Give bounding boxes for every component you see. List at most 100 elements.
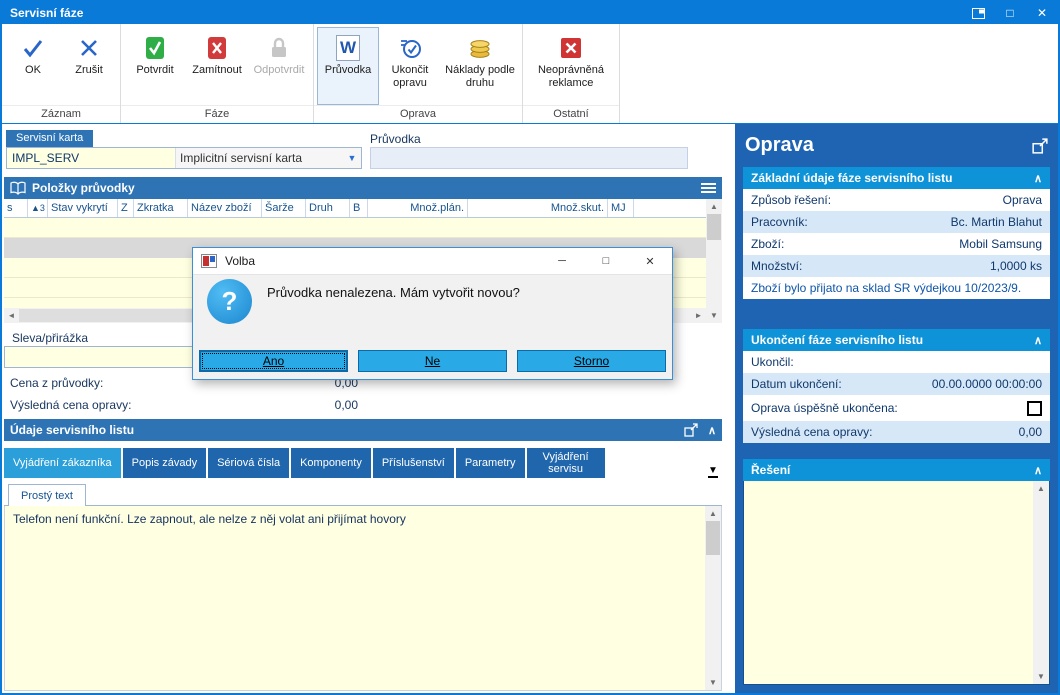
tab-komponenty[interactable]: Komponenty [291,448,371,478]
tab-vyjadreni-servisu[interactable]: Vyjádření servisu [526,448,605,478]
dialog-buttons: Ano Ne Storno [199,350,666,372]
dock-window-button[interactable] [962,2,994,24]
naklady-button-label: Náklady podle druhu [445,64,515,89]
vysledna-cena-value: 0,00 [334,398,358,412]
reseni-title: Řešení [751,463,791,477]
potvrdit-button[interactable]: Potvrdit [124,27,186,105]
neopravnena-reklamace-button-label: Neoprávněná reklamce [537,64,605,89]
scroll-up-icon[interactable]: ▲ [705,506,721,521]
combo-dropdown-icon[interactable]: ▼ [343,148,361,168]
tab-vyjadreni-zakaznika[interactable]: Vyjádření zákazníka [4,448,121,478]
dialog-maximize-button[interactable]: □ [584,248,628,275]
close-button[interactable]: ✕ [1026,2,1058,24]
field-label: Výsledná cena opravy: [751,425,873,439]
ukoncit-opravu-button[interactable]: Ukončit opravu [379,27,441,105]
group-label-faze: Fáze [121,105,313,123]
ok-check-icon [21,32,45,64]
scroll-down-icon[interactable]: ▼ [1033,669,1049,684]
column-header-druh[interactable]: Druh [306,199,350,217]
column-header-mnoz-skut[interactable]: Množ.skut. [468,199,608,217]
tab-seriova-cisla[interactable]: Sériová čísla [208,448,290,478]
table-header: s ▲3 Stav vykrytí Z Zkratka Název zboží … [4,199,706,218]
scroll-right-icon[interactable]: ► [691,308,706,323]
vyjadreni-zakaznika-textarea[interactable]: Telefon není funkční. Lze zapnout, ale n… [5,506,705,690]
column-header-s[interactable]: s [4,199,28,217]
textarea-vertical-scrollbar[interactable]: ▲ ▼ [705,506,721,690]
zrusit-button-label: Zrušit [75,64,103,76]
reseni-section-header[interactable]: Řešení ∧ [743,459,1050,481]
scroll-up-icon[interactable]: ▲ [1033,481,1049,496]
field-row-datum-ukonceni: Datum ukončení: 00.00.0000 00:00:00 [743,373,1050,395]
hamburger-menu-icon[interactable] [701,183,716,193]
dialog-close-button[interactable]: ✕ [628,248,672,275]
field-row-vysledna-cena: Výsledná cena opravy: 0,00 [743,421,1050,443]
subtab-prosty-text[interactable]: Prostý text [8,484,86,507]
servisni-faze-window: Servisní fáze □ ✕ OK Zrušit Záznam Potvr… [0,0,1060,695]
cancel-x-icon [78,32,100,64]
table-vertical-scrollbar[interactable]: ▲ ▼ [706,199,722,323]
udaje-title: Údaje servisního listu [10,423,135,437]
field-label: Datum ukončení: [751,377,842,391]
column-header-stav-vykryti[interactable]: Stav vykrytí [48,199,118,217]
reseni-textarea[interactable] [744,481,1033,684]
column-header-z[interactable]: Z [118,199,134,217]
column-header-b[interactable]: B [350,199,368,217]
scroll-down-icon[interactable]: ▼ [706,308,722,323]
servisni-karta-combo[interactable]: Implicitní servisní karta ▼ [6,147,362,169]
collapse-chevron-icon[interactable]: ∧ [1034,334,1042,347]
storno-button[interactable]: Storno [517,350,666,372]
zrusit-button[interactable]: Zrušit [61,27,117,105]
column-header-sarze[interactable]: Šarže [262,199,306,217]
group-zaznam: OK Zrušit Záznam [2,24,121,123]
vysledna-cena-row: Výsledná cena opravy: 0,00 [4,398,360,412]
collapse-chevron-icon[interactable]: ∧ [1034,464,1042,477]
ok-button[interactable]: OK [5,27,61,105]
reseni-vertical-scrollbar[interactable]: ▲ ▼ [1033,481,1049,684]
open-in-window-icon[interactable] [684,423,698,437]
zamitnout-button[interactable]: Zamítnout [186,27,248,105]
column-header-sort[interactable]: ▲3 [28,199,48,217]
zakladni-udaje-section-header[interactable]: Základní údaje fáze servisního listu ∧ [743,167,1050,189]
more-tabs-dropdown-icon: ▼ [708,465,718,478]
column-header-mj[interactable]: MJ [608,199,634,217]
field-row-ukoncil: Ukončil: [743,351,1050,373]
tab-parametry[interactable]: Parametry [455,448,525,478]
dialog-message: Průvodka nenalezena. Mám vytvořit novou? [267,285,520,300]
scroll-up-icon[interactable]: ▲ [706,199,722,214]
scroll-thumb[interactable] [707,214,721,240]
ukonceni-section-header[interactable]: Ukončení fáze servisního listu ∧ [743,329,1050,351]
scroll-down-icon[interactable]: ▼ [705,675,721,690]
dialog-title: Volba [225,254,256,268]
oprava-ukoncena-checkbox[interactable] [1027,400,1042,416]
group-faze: Potvrdit Zamítnout Odpotvrdit Fáze [121,24,314,123]
window-title: Servisní fáze [10,6,84,20]
naklady-button[interactable]: Náklady podle druhu [441,27,519,105]
ne-button[interactable]: Ne [358,350,507,372]
ukoncit-opravu-button-label: Ukončit opravu [391,64,429,89]
pruvodka-label: Průvodka [370,132,421,146]
maximize-button[interactable]: □ [994,2,1026,24]
column-header-mnoz-plan[interactable]: Množ.plán. [368,199,468,217]
pruvodka-input [370,147,688,169]
scroll-track[interactable] [706,214,722,308]
scroll-track[interactable] [705,521,721,675]
collapse-chevron-icon[interactable]: ∧ [708,424,716,437]
tab-prislusenstvi[interactable]: Příslušenství [372,448,454,478]
finish-check-circle-icon [398,32,422,64]
column-header-zkratka[interactable]: Zkratka [134,199,188,217]
scroll-track[interactable] [1033,496,1049,669]
dialog-minimize-button[interactable]: ─ [540,248,584,275]
scroll-thumb[interactable] [706,521,720,555]
potvrdit-button-label: Potvrdit [136,64,174,76]
more-tabs-button[interactable]: ▼ [704,448,722,478]
tab-popis-zavady[interactable]: Popis závady [122,448,207,478]
open-in-window-icon[interactable] [1032,137,1048,154]
servisni-karta-code-input[interactable] [7,148,175,168]
scroll-left-icon[interactable]: ◄ [4,308,19,323]
pruvodka-button[interactable]: W Průvodka [317,27,379,105]
ano-button[interactable]: Ano [199,350,348,372]
column-header-filler [634,199,706,217]
column-header-nazev-zbozi[interactable]: Název zboží [188,199,262,217]
neopravnena-reklamace-button[interactable]: Neoprávněná reklamce [526,27,616,105]
collapse-chevron-icon[interactable]: ∧ [1034,172,1042,185]
